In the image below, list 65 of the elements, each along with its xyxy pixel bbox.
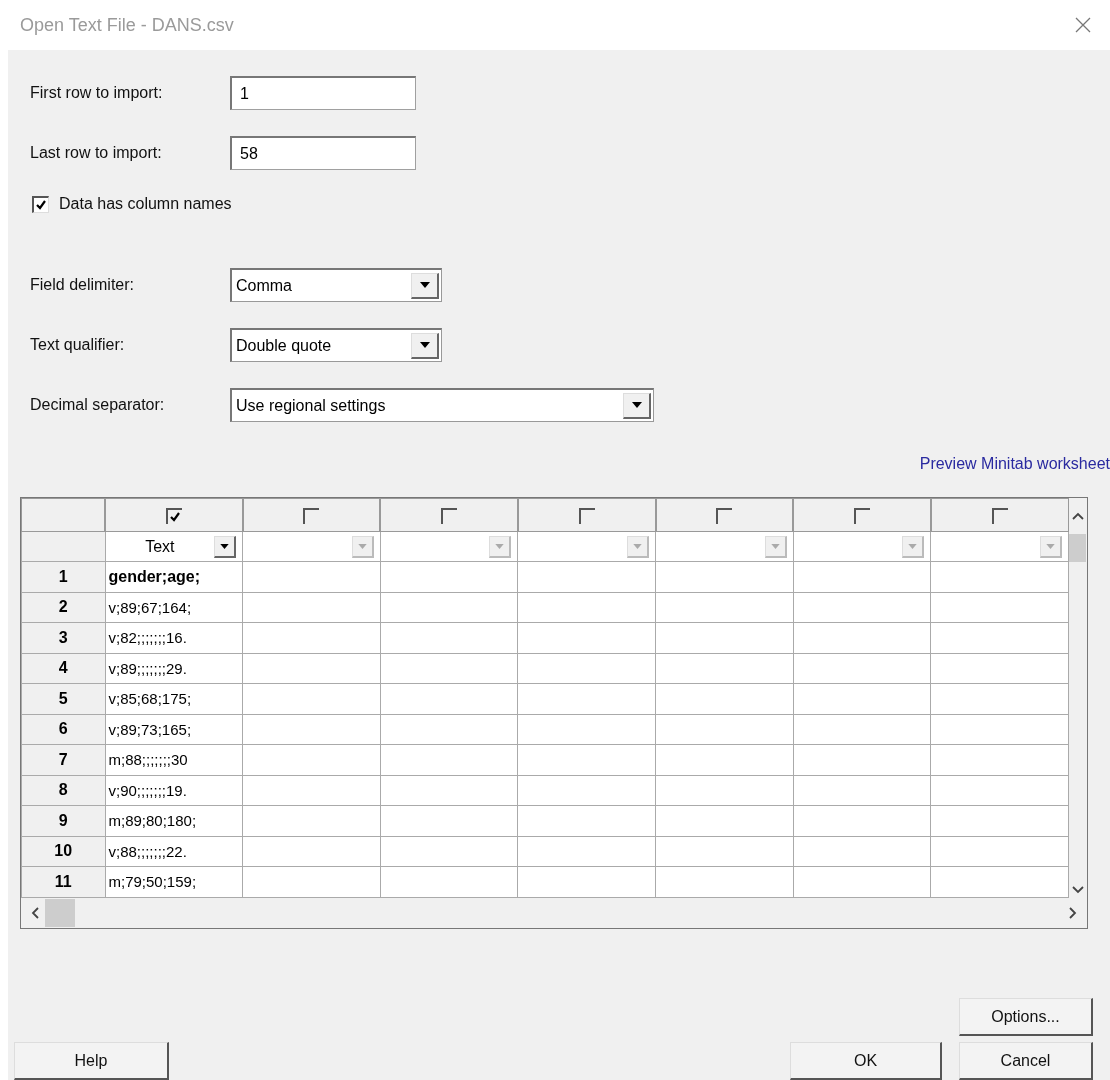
caret-icon (419, 342, 430, 348)
checkbox[interactable] (578, 507, 595, 524)
table-cell: v;85;68;175; (105, 683, 243, 714)
chevron-right-icon[interactable] (1069, 906, 1077, 919)
row-input-field[interactable]: 58 (230, 136, 416, 170)
preview-link[interactable]: Preview Minitab worksheet (919, 455, 1110, 483)
caret-icon (495, 543, 505, 549)
row-number: 2 (21, 592, 105, 623)
table-cell: v;88;;;;;;;22. (105, 836, 243, 867)
scrollbar-thumb[interactable] (45, 898, 75, 927)
table-cell: v;89;73;165; (105, 714, 243, 745)
row-number: 10 (21, 836, 105, 867)
close-icon[interactable] (1074, 16, 1092, 34)
row-number: 5 (21, 683, 105, 714)
row-number: 7 (21, 744, 105, 775)
chevron-down-icon[interactable] (1071, 885, 1084, 894)
caret-icon (220, 543, 230, 549)
checkbox[interactable] (32, 195, 49, 213)
table-cell: m;89;80;180; (105, 805, 243, 836)
field-label: Last row to import: (30, 144, 163, 162)
cancel-button[interactable]: Cancel (959, 1042, 1093, 1080)
dropdown[interactable]: Use regional settings (230, 388, 654, 422)
checkbox[interactable] (165, 507, 182, 524)
table-cell: gender;age; (105, 561, 243, 592)
caret-icon (908, 543, 918, 549)
checkbox[interactable] (854, 507, 870, 524)
caret-icon (633, 543, 643, 549)
checkbox[interactable] (441, 507, 458, 524)
table-cell: m;79;50;159; (105, 866, 243, 897)
scrollbar-thumb[interactable] (1069, 534, 1086, 562)
chevron-up-icon[interactable] (1071, 512, 1084, 520)
column-type-dropdown[interactable]: Text (105, 533, 243, 560)
row-number: 8 (21, 775, 105, 806)
caret-icon (631, 402, 642, 408)
chevron-left-icon[interactable] (31, 906, 39, 919)
row-number: 1 (21, 561, 105, 592)
dropdown-label: Field delimiter: (30, 276, 136, 294)
options-button[interactable]: Options... (959, 998, 1093, 1036)
caret-icon (357, 543, 367, 549)
row-number: 4 (21, 653, 105, 684)
table-cell: v;89;67;164; (105, 592, 243, 623)
row-input-field[interactable]: 1 (230, 76, 416, 110)
table-cell: v;82;;;;;;;16. (105, 622, 243, 653)
dropdown[interactable]: Double quote (230, 328, 442, 362)
window-title: Open Text File - DANS.csv (20, 14, 234, 36)
row-number: 9 (21, 805, 105, 836)
caret-icon (419, 282, 430, 288)
help-button[interactable]: Help (14, 1042, 169, 1080)
dropdown[interactable]: Comma (230, 268, 442, 302)
table-cell: v;90;;;;;;;19. (105, 775, 243, 806)
caret-icon (1046, 543, 1055, 549)
row-number: 3 (21, 622, 105, 653)
row-number: 11 (21, 866, 105, 897)
checkbox[interactable] (716, 507, 733, 524)
checkbox-label: Data has column names (59, 195, 232, 213)
ok-button[interactable]: OK (790, 1042, 942, 1080)
table-cell: v;89;;;;;;;29. (105, 653, 243, 684)
table-cell: m;88;;;;;;;30 (105, 744, 243, 775)
dropdown-label: Text qualifier: (30, 336, 126, 354)
checkbox[interactable] (303, 507, 320, 524)
dropdown-label: Decimal separator: (30, 396, 166, 414)
caret-icon (770, 543, 780, 549)
checkbox[interactable] (991, 507, 1008, 524)
row-number: 6 (21, 714, 105, 745)
field-label: First row to import: (30, 84, 164, 102)
